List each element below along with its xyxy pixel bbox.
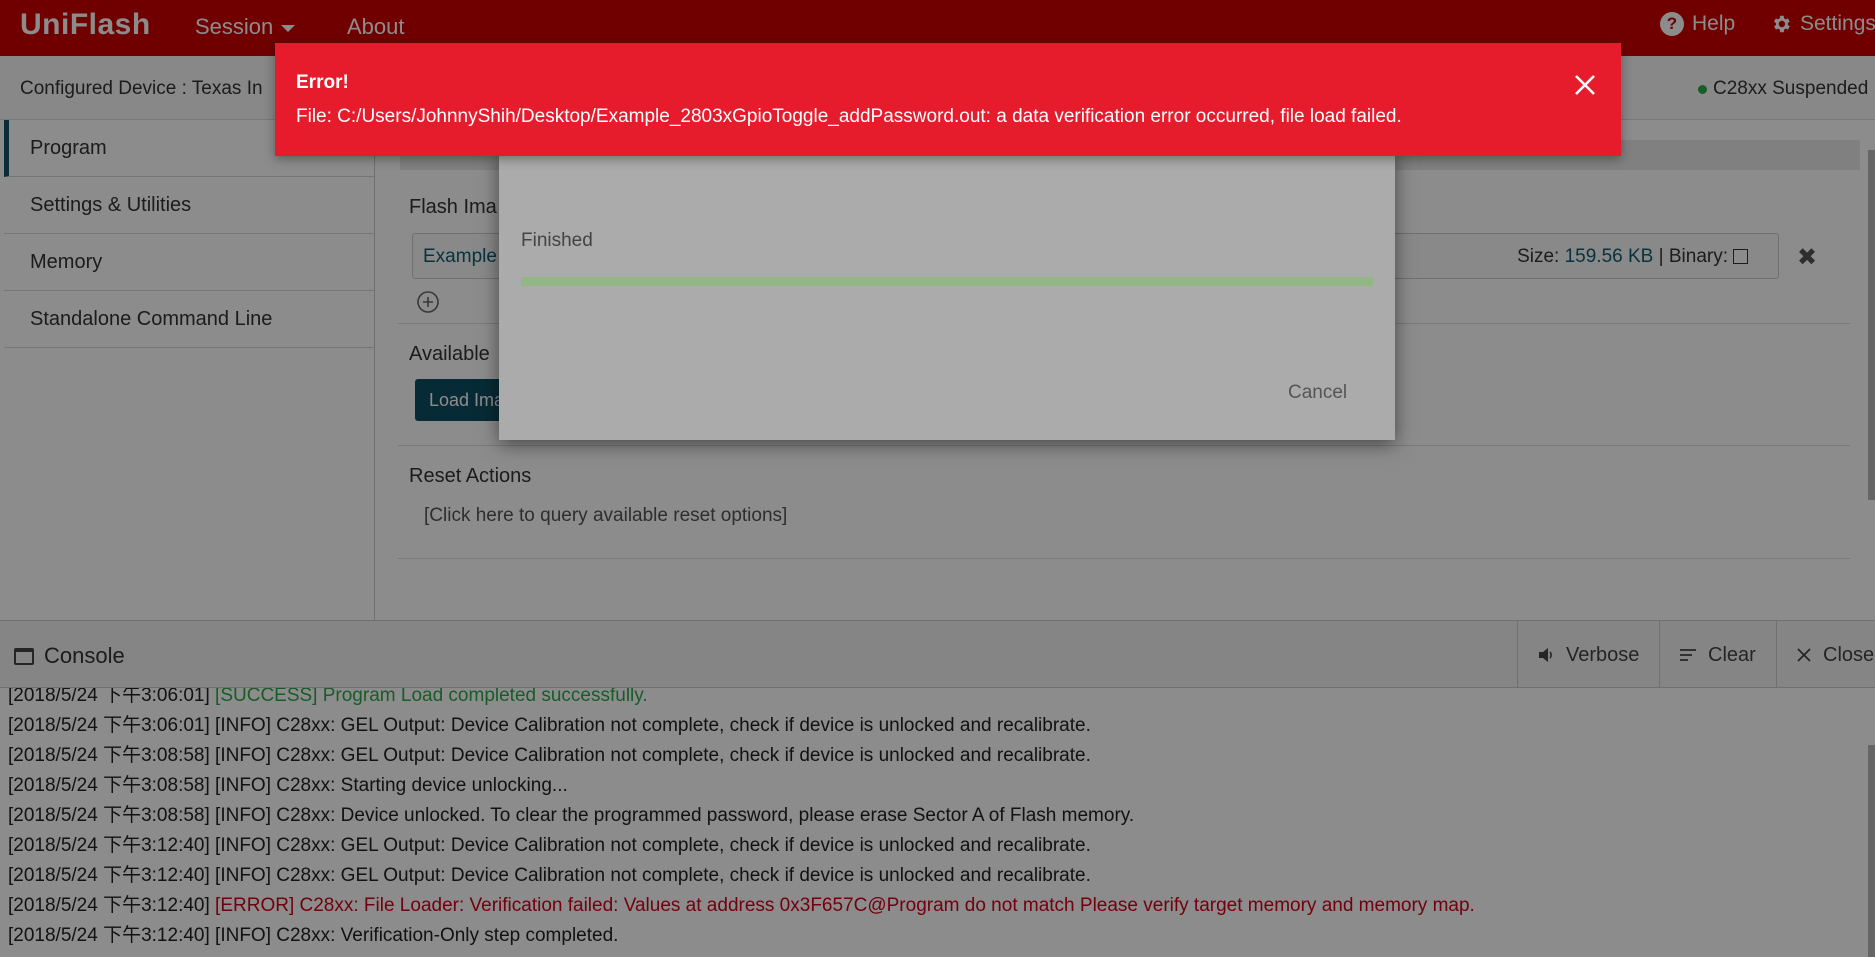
cancel-button[interactable]: Cancel — [1288, 382, 1347, 404]
error-title: Error! — [296, 72, 349, 93]
close-icon[interactable] — [1570, 70, 1600, 100]
error-toast: Error! File: C:/Users/JohnnyShih/Desktop… — [275, 43, 1621, 156]
progress-bar — [521, 277, 1373, 286]
progress-status: Finished — [521, 230, 593, 251]
progress-dialog: Finished Cancel — [499, 150, 1395, 440]
error-message: File: C:/Users/JohnnyShih/Desktop/Exampl… — [296, 106, 1402, 127]
